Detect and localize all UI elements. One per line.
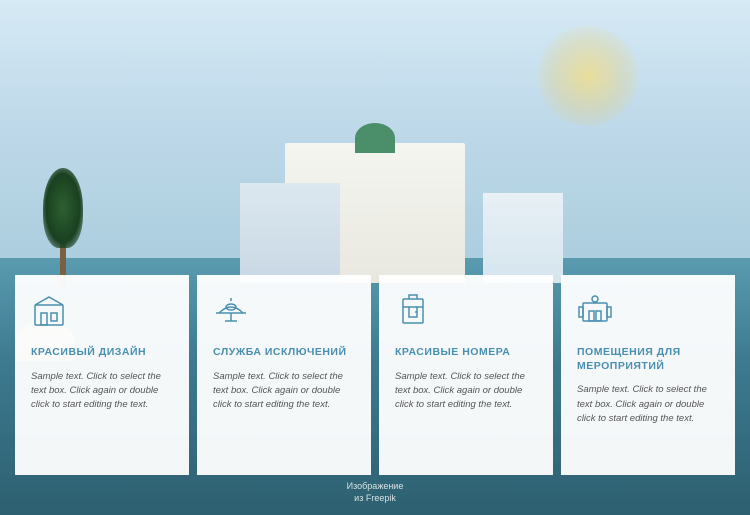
venue-icon xyxy=(577,293,719,334)
card-beautiful-design[interactable]: КРАСИВЫЙ ДИЗАЙН Sample text. Click to se… xyxy=(15,275,189,475)
image-credit: Изображение из Freepik xyxy=(347,480,404,505)
card-title-3: КРАСИВЫЕ НОМЕРА xyxy=(395,346,537,360)
credit-line1: Изображение xyxy=(347,480,404,493)
cards-grid: КРАСИВЫЙ ДИЗАЙН Sample text. Click to se… xyxy=(0,275,750,475)
card-text-1: Sample text. Click to select the text bo… xyxy=(31,370,173,413)
card-text-4: Sample text. Click to select the text bo… xyxy=(577,383,719,426)
card-text-3: Sample text. Click to select the text bo… xyxy=(395,370,537,413)
card-title-4: ПОМЕЩЕНИЯ ДЛЯ МЕРОПРИЯТИЙ xyxy=(577,346,719,373)
card-text-2: Sample text. Click to select the text bo… xyxy=(213,370,355,413)
card-exceptional-service[interactable]: СЛУЖБА ИСКЛЮЧЕНИЙ Sample text. Click to … xyxy=(197,275,371,475)
room-icon xyxy=(395,293,537,334)
card-title-2: СЛУЖБА ИСКЛЮЧЕНИЙ xyxy=(213,346,355,360)
service-icon xyxy=(213,293,355,334)
card-title-1: КРАСИВЫЙ ДИЗАЙН xyxy=(31,346,173,360)
credit-line2: из Freepik xyxy=(347,492,404,505)
hotel-icon xyxy=(31,293,173,334)
card-beautiful-rooms[interactable]: КРАСИВЫЕ НОМЕРА Sample text. Click to se… xyxy=(379,275,553,475)
page-content: КРАСИВЫЙ ДИЗАЙН Sample text. Click to se… xyxy=(0,0,750,515)
card-event-venues[interactable]: ПОМЕЩЕНИЯ ДЛЯ МЕРОПРИЯТИЙ Sample text. C… xyxy=(561,275,735,475)
